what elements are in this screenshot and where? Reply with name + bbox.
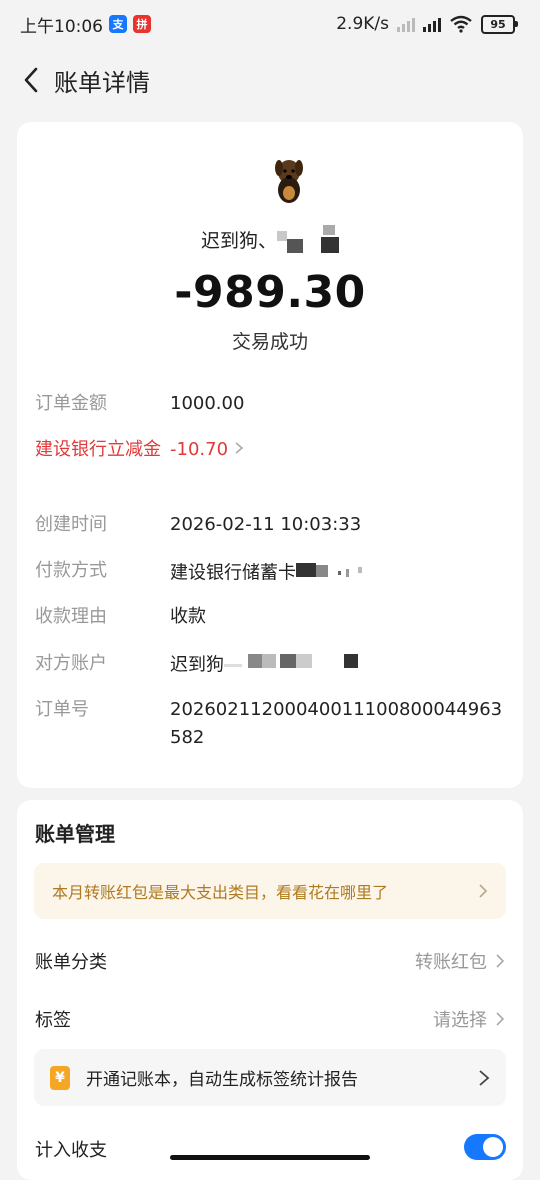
transaction-amount: -989.30	[174, 267, 366, 318]
payment-method-value-wrap: 建设银行储蓄卡	[170, 557, 505, 590]
battery-icon: 95	[481, 14, 518, 34]
payee-name: 迟到狗、	[17, 225, 523, 258]
payee-avatar	[275, 160, 303, 203]
payment-method-value: 建设银行储蓄卡	[170, 562, 296, 584]
payment-reason-value: 收款	[170, 606, 206, 627]
order-amount-row: 订单金额 1000.00	[35, 390, 505, 418]
chevron-right-icon	[234, 436, 244, 464]
include-in-budget-label: 计入收支	[35, 1140, 107, 1161]
payment-method-row: 付款方式 建设银行储蓄卡	[35, 557, 505, 590]
bill-category-label: 账单分类	[35, 952, 107, 973]
payee-name-text: 迟到狗、	[200, 230, 277, 252]
page-header: 账单详情	[0, 48, 540, 112]
payment-method-label: 付款方式	[35, 560, 107, 581]
counterparty-row: 对方账户 迟到狗	[35, 650, 505, 681]
wifi-icon	[450, 15, 472, 33]
hd-signal-icon	[423, 16, 441, 32]
signal-weak-icon	[397, 16, 415, 32]
chevron-left-icon	[24, 67, 38, 93]
order-amount-label: 订单金额	[35, 393, 107, 414]
status-time: 上午10:06	[20, 16, 103, 37]
masked-name	[277, 225, 339, 258]
ledger-promo-banner[interactable]: ¥ 开通记账本，自动生成标签统计报告	[34, 1049, 506, 1106]
counterparty-value-wrap: 迟到狗	[170, 650, 505, 681]
net-speed: 2.9K/s	[336, 14, 389, 34]
back-button[interactable]	[16, 60, 46, 100]
chevron-right-icon	[479, 1069, 490, 1086]
payment-reason-label: 收款理由	[35, 606, 107, 627]
discount-value: -10.70	[170, 439, 229, 460]
bill-category-value: 转账红包	[415, 952, 487, 973]
page-title: 账单详情	[54, 68, 150, 97]
order-amount-value: 1000.00	[170, 393, 245, 414]
ledger-promo-text: 开通记账本，自动生成标签统计报告	[86, 1070, 358, 1090]
tag-row[interactable]: 标签 请选择	[35, 999, 505, 1039]
pinduoduo-notification-icon: 拼	[133, 15, 151, 33]
discount-value-wrap: -10.70	[170, 436, 505, 464]
status-left: 上午10:06 支 拼	[20, 12, 151, 37]
masked-account	[224, 650, 364, 681]
created-time-label: 创建时间	[35, 514, 107, 535]
chevron-right-icon	[479, 884, 488, 898]
alipay-notification-icon: 支	[109, 15, 127, 33]
bill-management-title: 账单管理	[35, 822, 115, 846]
order-number-row: 订单号 20260211200040011100800044963582	[35, 696, 505, 752]
discount-label: 建设银行立减金	[35, 439, 161, 460]
transaction-status: 交易成功	[231, 331, 308, 353]
bill-management-card: 账单管理 本月转账红包是最大支出类目，看看花在哪里了 账单分类 转账红包 标签 …	[17, 800, 523, 1180]
spending-tip-text: 本月转账红包是最大支出类目，看看花在哪里了	[52, 883, 389, 902]
status-bar: 上午10:06 支 拼 2.9K/s 95	[0, 0, 540, 48]
chevron-right-icon	[496, 1012, 505, 1026]
created-time-row: 创建时间 2026-02-11 10:03:33	[35, 511, 505, 539]
bill-detail-card: 迟到狗、 -989.30 交易成功 订单金额 1000.00 建设银行立减金 -…	[17, 122, 523, 788]
payment-reason-row: 收款理由 收款	[35, 603, 505, 631]
counterparty-label: 对方账户	[35, 653, 107, 674]
order-number-value[interactable]: 20260211200040011100800044963582	[170, 696, 505, 752]
created-time-value: 2026-02-11 10:03:33	[170, 514, 362, 535]
counterparty-value: 迟到狗	[170, 654, 224, 676]
yen-icon: ¥	[50, 1065, 70, 1090]
home-indicator[interactable]	[170, 1155, 370, 1160]
tag-value: 请选择	[433, 1010, 487, 1031]
chevron-right-icon	[496, 954, 505, 968]
battery-level: 95	[481, 14, 515, 34]
bill-category-row[interactable]: 账单分类 转账红包	[35, 941, 505, 981]
order-number-label: 订单号	[35, 699, 89, 720]
include-in-budget-toggle[interactable]	[464, 1134, 506, 1160]
status-right: 2.9K/s 95	[336, 14, 518, 34]
tag-label: 标签	[35, 1010, 71, 1031]
masked-card-number	[296, 557, 366, 590]
spending-tip-banner[interactable]: 本月转账红包是最大支出类目，看看花在哪里了	[34, 863, 506, 919]
discount-row[interactable]: 建设银行立减金 -10.70	[35, 436, 505, 464]
